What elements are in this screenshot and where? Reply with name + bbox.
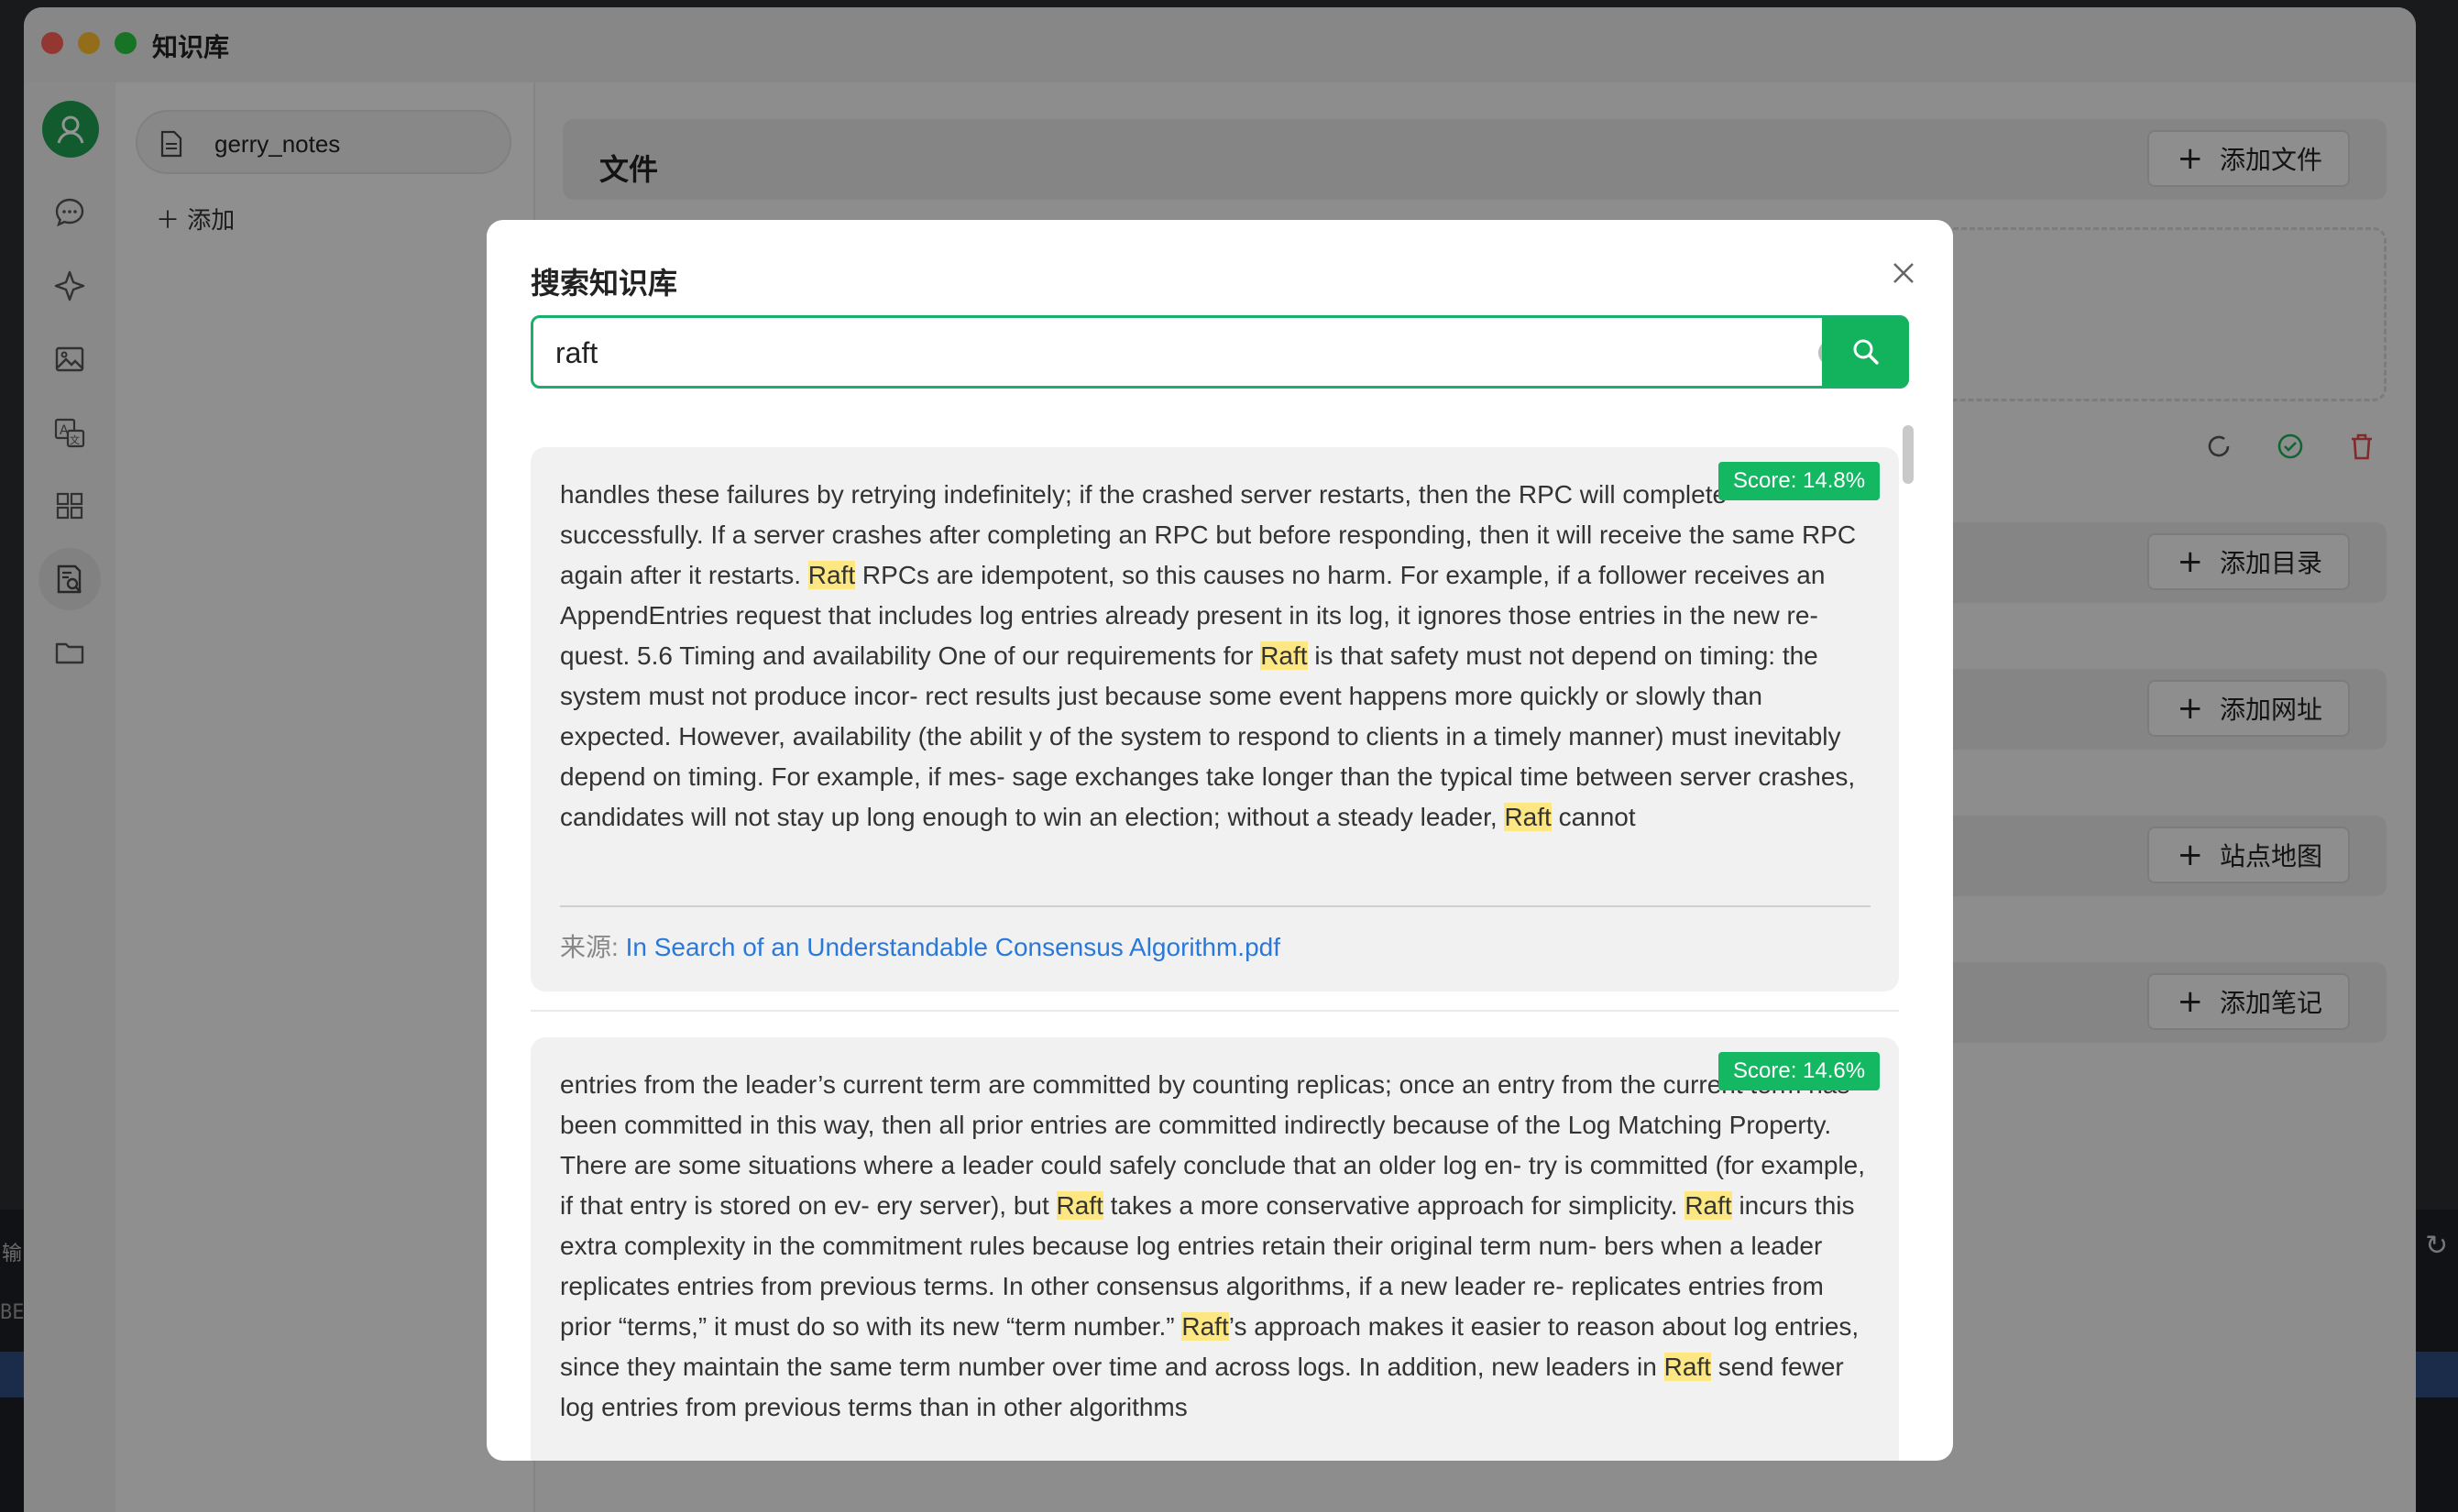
keyword-highlight: Raft [1663, 1353, 1711, 1381]
result-card: entries from the leader’s current term a… [531, 1037, 1899, 1461]
search-button[interactable] [1822, 318, 1909, 386]
result-text: is that safety must not depend on timing… [560, 641, 1856, 831]
keyword-highlight: Raft [1260, 641, 1308, 670]
result-text: cannot [1551, 803, 1636, 831]
source-link[interactable]: In Search of an Understandable Consensus… [626, 933, 1280, 961]
result-content: handles these failures by retrying indef… [560, 475, 1871, 838]
score-badge: Score: 14.6% [1718, 1052, 1881, 1090]
keyword-highlight: Raft [1504, 803, 1552, 831]
close-icon[interactable] [1885, 255, 1922, 291]
keyword-highlight: Raft [1056, 1191, 1103, 1220]
result-separator [531, 1010, 1899, 1012]
search-box [531, 315, 1909, 389]
source-label: 来源: [560, 933, 619, 961]
result-source: 来源: In Search of an Understandable Conse… [560, 927, 1280, 964]
score-badge: Score: 14.8% [1718, 462, 1881, 500]
result-card: handles these failures by retrying indef… [531, 447, 1899, 992]
keyword-highlight: Raft [1181, 1312, 1229, 1341]
result-content: entries from the leader’s current term a… [560, 1065, 1871, 1428]
search-results: handles these failures by retrying indef… [531, 447, 1909, 1461]
result-divider [560, 905, 1871, 907]
keyword-highlight: Raft [807, 561, 856, 589]
search-input[interactable] [554, 329, 1749, 377]
result-text: takes a more conservative approach for s… [1103, 1191, 1685, 1220]
keyword-highlight: Raft [1684, 1191, 1732, 1220]
modal-title: 搜索知识库 [531, 266, 678, 301]
search-modal: 搜索知识库 handles these failures by retrying… [487, 220, 1953, 1461]
search-icon [1853, 339, 1879, 365]
